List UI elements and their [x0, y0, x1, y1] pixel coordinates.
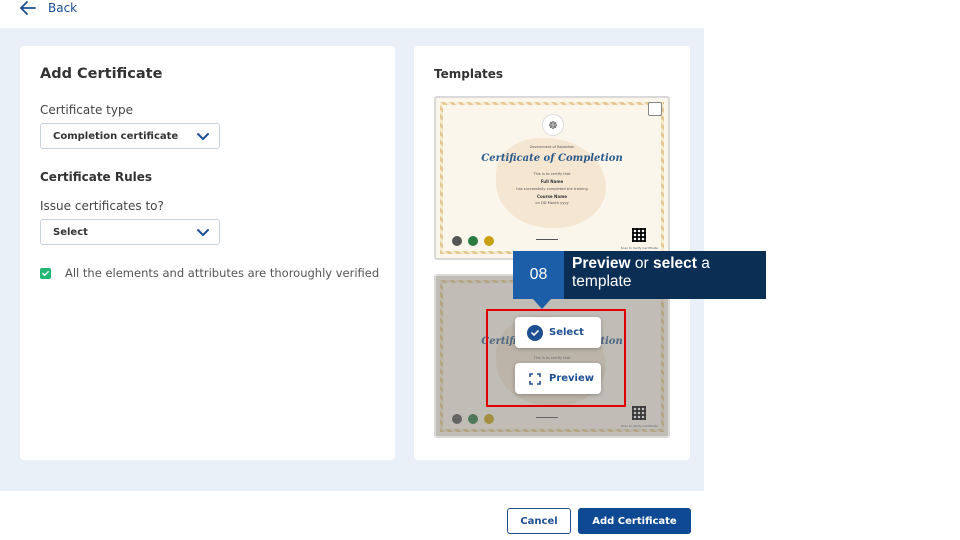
check-circle-icon: [527, 324, 543, 341]
scan-text: Scan to Verify Certificate: [620, 246, 658, 250]
logos-row: [452, 236, 494, 246]
verify-checkbox-row: All the elements and attributes are thor…: [40, 266, 379, 280]
checkmark-icon: [42, 270, 49, 276]
callout-pointer: [533, 299, 551, 309]
callout-or: or: [630, 255, 653, 272]
verify-checkbox[interactable]: [40, 267, 51, 279]
template-card-1[interactable]: ☸ Government of Rajasthan Certificate of…: [434, 96, 670, 260]
seal-logo-icon: [484, 236, 494, 246]
emblem-logo-icon: [452, 236, 462, 246]
certificate-title: Certificate of Completion: [481, 153, 623, 164]
cert-line-2: has successfully completed the training: [516, 187, 588, 191]
qr-code-icon: [632, 228, 646, 242]
form-title: Add Certificate: [40, 66, 163, 82]
plant-logo-icon: [468, 236, 478, 246]
templates-title: Templates: [434, 67, 504, 81]
template-select-button[interactable]: Select: [515, 317, 601, 348]
certificate-type-value: Completion certificate: [53, 130, 179, 142]
back-link[interactable]: Back: [20, 1, 77, 15]
emblem-icon: ☸: [542, 114, 564, 136]
verify-checkbox-label: All the elements and attributes are thor…: [65, 266, 380, 280]
add-certificate-page: Back Add Certificate Certificate type Co…: [0, 0, 960, 540]
hover-overlay: [436, 276, 668, 436]
back-label: Back: [48, 1, 78, 15]
template-checkbox[interactable]: [648, 102, 662, 116]
top-bar: Back: [0, 0, 704, 18]
expand-icon: [529, 372, 541, 385]
template-preview-button[interactable]: Preview: [515, 363, 601, 394]
issue-to-label: Issue certificates to?: [40, 199, 164, 213]
cancel-button[interactable]: Cancel: [507, 508, 571, 534]
chevron-down-icon: [197, 229, 209, 236]
add-certificate-button[interactable]: Add Certificate: [578, 508, 691, 534]
signature-line: [536, 234, 558, 240]
gov-text: Government of Rajasthan: [529, 145, 575, 149]
chevron-down-icon: [197, 133, 209, 140]
arrow-left-icon: [20, 1, 36, 15]
certificate-rules-title: Certificate Rules: [40, 170, 153, 184]
callout-text: Preview or select a template: [564, 251, 766, 299]
issue-to-value: Select: [53, 226, 88, 238]
callout-bold-preview: Preview: [571, 255, 631, 272]
tutorial-callout: 08 Preview or select a template: [513, 251, 766, 299]
callout-step-number: 08: [513, 251, 564, 299]
cert-date: on DD Month yyyy: [535, 201, 569, 205]
preview-label: Preview: [549, 373, 595, 384]
cert-line-1: This is to certify that: [533, 172, 571, 176]
callout-bold-select: select: [653, 255, 697, 272]
certificate-type-label: Certificate type: [40, 103, 133, 117]
issue-to-select[interactable]: Select: [40, 219, 220, 245]
cert-full-name: Full Name: [540, 179, 564, 184]
certificate-form-panel: Add Certificate Certificate type Complet…: [20, 46, 395, 460]
select-label: Select: [549, 327, 584, 338]
cert-course-name: Course Name: [537, 194, 567, 199]
certificate-type-select[interactable]: Completion certificate: [40, 123, 220, 149]
